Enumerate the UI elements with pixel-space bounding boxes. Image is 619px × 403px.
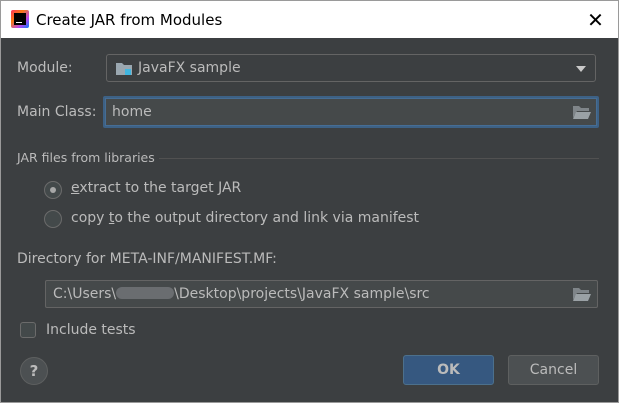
main-class-label: Main Class: — [17, 104, 97, 120]
copy-radio-label[interactable]: copy to the output directory and link vi… — [71, 210, 419, 226]
include-tests-checkbox[interactable] — [20, 322, 36, 338]
extract-radio[interactable] — [44, 181, 62, 199]
browse-folder-icon[interactable] — [573, 105, 591, 119]
ok-button[interactable]: OK — [403, 355, 494, 385]
close-button[interactable]: ✕ — [573, 1, 618, 38]
libraries-group-title: JAR files from libraries — [17, 150, 155, 165]
module-folder-icon — [116, 63, 132, 75]
chevron-down-icon — [576, 66, 586, 72]
group-divider — [159, 158, 599, 159]
module-selected-value: JavaFX sample — [138, 60, 241, 76]
redacted-username — [116, 287, 175, 299]
module-combobox[interactable]: JavaFX sample — [106, 54, 596, 82]
help-button[interactable]: ? — [20, 357, 48, 385]
title-bar: Create JAR from Modules ✕ — [1, 1, 618, 38]
main-class-input[interactable] — [112, 98, 531, 126]
copy-radio[interactable] — [44, 210, 62, 228]
copy-label-text: o the output directory and link via mani… — [114, 210, 420, 226]
cancel-button[interactable]: Cancel — [508, 355, 599, 385]
browse-manifest-folder-icon[interactable] — [573, 287, 591, 301]
manifest-dir-label: Directory for META-INF/MANIFEST.MF: — [17, 251, 277, 267]
create-jar-dialog: Create JAR from Modules ✕ Module: JavaFX… — [0, 0, 619, 403]
dialog-title: Create JAR from Modules — [36, 11, 223, 29]
help-icon: ? — [29, 362, 39, 380]
include-tests-label[interactable]: Include tests — [46, 322, 136, 338]
close-icon: ✕ — [587, 7, 604, 32]
path-prefix: C:\Users\ — [53, 286, 117, 302]
module-label: Module: — [17, 60, 73, 76]
main-class-field — [103, 96, 599, 128]
extract-label-text: xtract to the target JAR — [79, 180, 242, 196]
manifest-dir-path[interactable]: C:\Users\ \Desktop\projects\JavaFX sample… — [53, 286, 430, 302]
manifest-dir-field[interactable]: C:\Users\ \Desktop\projects\JavaFX sample… — [45, 280, 598, 308]
intellij-app-icon — [11, 10, 29, 28]
extract-radio-label[interactable]: extract to the target JAR — [71, 180, 241, 196]
path-suffix: \Desktop\projects\JavaFX sample\src — [174, 286, 430, 302]
copy-label-prefix: copy — [71, 210, 109, 226]
